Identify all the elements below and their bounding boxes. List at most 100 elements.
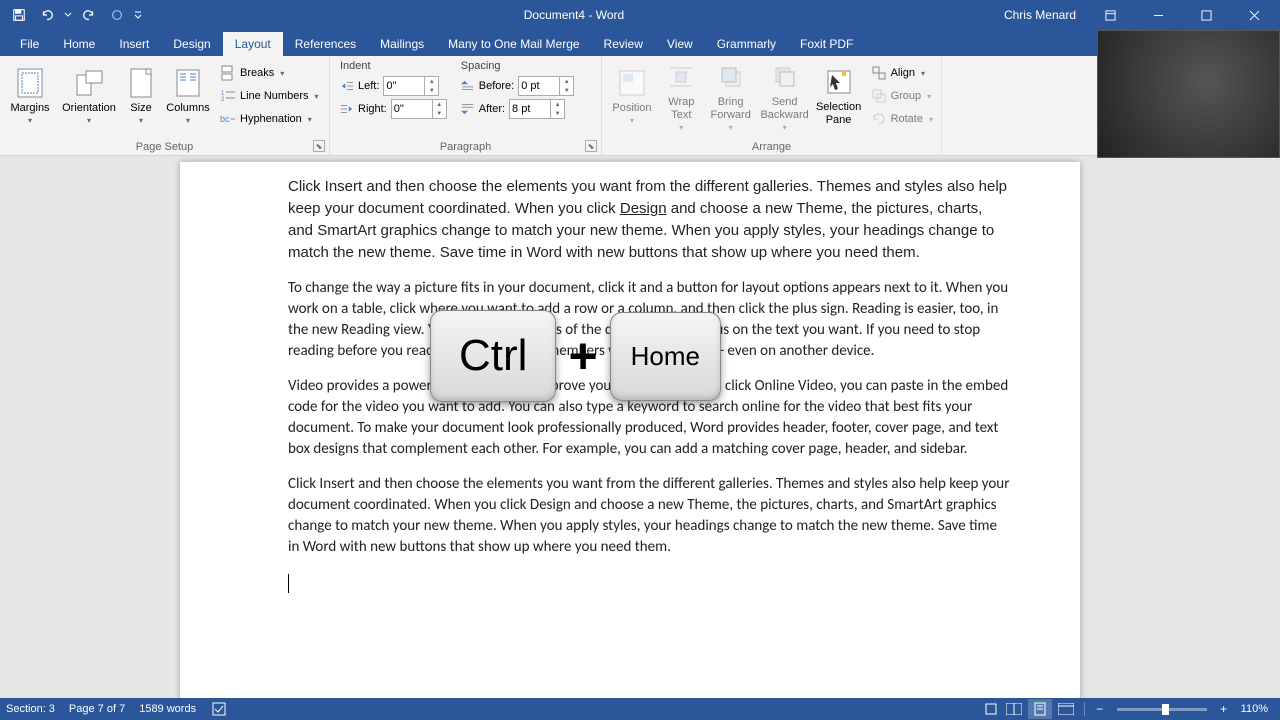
minimize-button[interactable] (1136, 0, 1180, 30)
columns-button[interactable]: Columns▾ (162, 58, 214, 134)
close-button[interactable] (1232, 0, 1276, 30)
undo-button[interactable] (34, 2, 60, 28)
ribbon-display-options[interactable] (1088, 0, 1132, 30)
tab-view[interactable]: View (655, 32, 705, 56)
status-words[interactable]: 1589 words (139, 703, 196, 715)
document-area[interactable]: Click Insert and then choose the element… (0, 156, 1280, 698)
save-button[interactable] (6, 2, 32, 28)
spacing-after-input[interactable]: 8 pt▲▼ (509, 99, 565, 119)
tab-foxit[interactable]: Foxit PDF (788, 32, 865, 56)
tab-design[interactable]: Design (161, 32, 222, 56)
indent-left-input[interactable]: 0"▲▼ (383, 76, 439, 96)
align-button[interactable]: Align▾ (867, 62, 937, 84)
indent-heading: Indent (340, 60, 447, 72)
document-page[interactable]: Click Insert and then choose the element… (180, 162, 1080, 698)
breaks-icon (220, 65, 236, 81)
spacing-before-label: Before: (479, 80, 514, 92)
spacing-after-label: After: (479, 103, 505, 115)
tab-home[interactable]: Home (51, 32, 107, 56)
ribbon-tabs: File Home Insert Design Layout Reference… (0, 30, 1280, 56)
spacing-before-icon (461, 79, 475, 93)
margins-button[interactable]: Margins▾ (4, 58, 56, 134)
spacing-heading: Spacing (461, 60, 574, 72)
zoom-slider[interactable] (1117, 708, 1207, 711)
design-link[interactable]: Design (620, 200, 667, 217)
qat-customize[interactable] (132, 11, 144, 19)
zoom-in-button[interactable]: + (1215, 700, 1233, 718)
maximize-button[interactable] (1184, 0, 1228, 30)
print-layout-button[interactable] (1028, 699, 1052, 719)
hyphenation-icon: bc (220, 111, 236, 127)
orientation-button[interactable]: Orientation▾ (58, 58, 120, 134)
selection-pane-icon (826, 65, 852, 99)
bring-forward-button[interactable]: Bring Forward▾ (705, 58, 757, 134)
indent-left-label: Left: (358, 80, 379, 92)
orientation-icon (74, 66, 104, 100)
rotate-button[interactable]: Rotate▾ (867, 108, 937, 130)
send-backward-icon (772, 60, 798, 94)
bring-forward-icon (718, 60, 744, 94)
group-icon (871, 88, 887, 104)
zoom-out-button[interactable]: − (1091, 700, 1109, 718)
tab-references[interactable]: References (283, 32, 368, 56)
macro-icon[interactable] (982, 700, 1000, 718)
spacing-before-input[interactable]: 0 pt▲▼ (518, 76, 574, 96)
redo-button[interactable] (76, 2, 102, 28)
selection-pane-button[interactable]: Selection Pane (813, 58, 865, 134)
text-cursor (288, 574, 289, 593)
hyphenation-button[interactable]: bc Hyphenation▾ (216, 108, 323, 130)
align-icon (871, 65, 887, 81)
ribbon: Margins▾ Orientation▾ Size▾ Columns▾ Bre… (0, 56, 1280, 156)
tab-insert[interactable]: Insert (107, 32, 161, 56)
size-icon (130, 66, 152, 100)
touch-mode-button[interactable] (104, 2, 130, 28)
group-label-paragraph: Paragraph (334, 139, 597, 155)
paragraph-launcher[interactable]: ⬊ (585, 140, 597, 152)
read-mode-button[interactable] (1002, 699, 1026, 719)
paragraph[interactable]: Click Insert and then choose the element… (288, 176, 1010, 264)
group-arrange: Position▾ Wrap Text▾ Bring Forward▾ Send… (602, 56, 942, 155)
zoom-percent[interactable]: 110% (1235, 703, 1274, 715)
size-button[interactable]: Size▾ (122, 58, 160, 134)
status-section[interactable]: Section: 3 (6, 703, 55, 715)
paragraph[interactable]: Click Insert and then choose the element… (288, 474, 1010, 558)
home-key: Home (610, 312, 721, 401)
position-button[interactable]: Position▾ (606, 58, 658, 134)
tab-layout[interactable]: Layout (223, 32, 283, 56)
wrap-text-button[interactable]: Wrap Text▾ (660, 58, 703, 134)
tab-file[interactable]: File (8, 32, 51, 56)
indent-left-icon (340, 79, 354, 93)
line-numbers-icon: 12 (220, 88, 236, 104)
group-page-setup: Margins▾ Orientation▾ Size▾ Columns▾ Bre… (0, 56, 330, 155)
breaks-button[interactable]: Breaks▾ (216, 62, 323, 84)
undo-dropdown[interactable] (62, 11, 74, 19)
group-button[interactable]: Group▾ (867, 85, 937, 107)
indent-right-input[interactable]: 0"▲▼ (391, 99, 447, 119)
tab-review[interactable]: Review (592, 32, 655, 56)
indent-right-icon (340, 102, 354, 116)
tab-mailings[interactable]: Mailings (368, 32, 436, 56)
status-page[interactable]: Page 7 of 7 (69, 703, 125, 715)
wrap-text-icon (668, 60, 694, 94)
plus-sign: + (568, 327, 597, 385)
margins-icon (17, 66, 43, 100)
rotate-icon (871, 111, 887, 127)
svg-text:bc: bc (220, 114, 230, 124)
send-backward-button[interactable]: Send Backward▾ (759, 58, 811, 134)
line-numbers-button[interactable]: 12 Line Numbers▾ (216, 85, 323, 107)
page-setup-launcher[interactable]: ⬊ (313, 140, 325, 152)
group-label-arrange: Arrange (606, 139, 937, 155)
svg-text:2: 2 (221, 97, 225, 103)
indent-right-label: Right: (358, 103, 387, 115)
status-bar: Section: 3 Page 7 of 7 1589 words − + 11… (0, 698, 1280, 720)
paragraph[interactable] (288, 572, 1010, 593)
web-layout-button[interactable] (1054, 699, 1078, 719)
position-icon (619, 66, 645, 100)
quick-access-toolbar (0, 2, 144, 28)
tab-grammarly[interactable]: Grammarly (705, 32, 788, 56)
user-name[interactable]: Chris Menard (1004, 8, 1076, 22)
tab-mail-merge[interactable]: Many to One Mail Merge (436, 32, 591, 56)
ctrl-key: Ctrl (430, 310, 556, 402)
spacing-after-icon (461, 102, 475, 116)
spelling-icon[interactable] (210, 700, 228, 718)
